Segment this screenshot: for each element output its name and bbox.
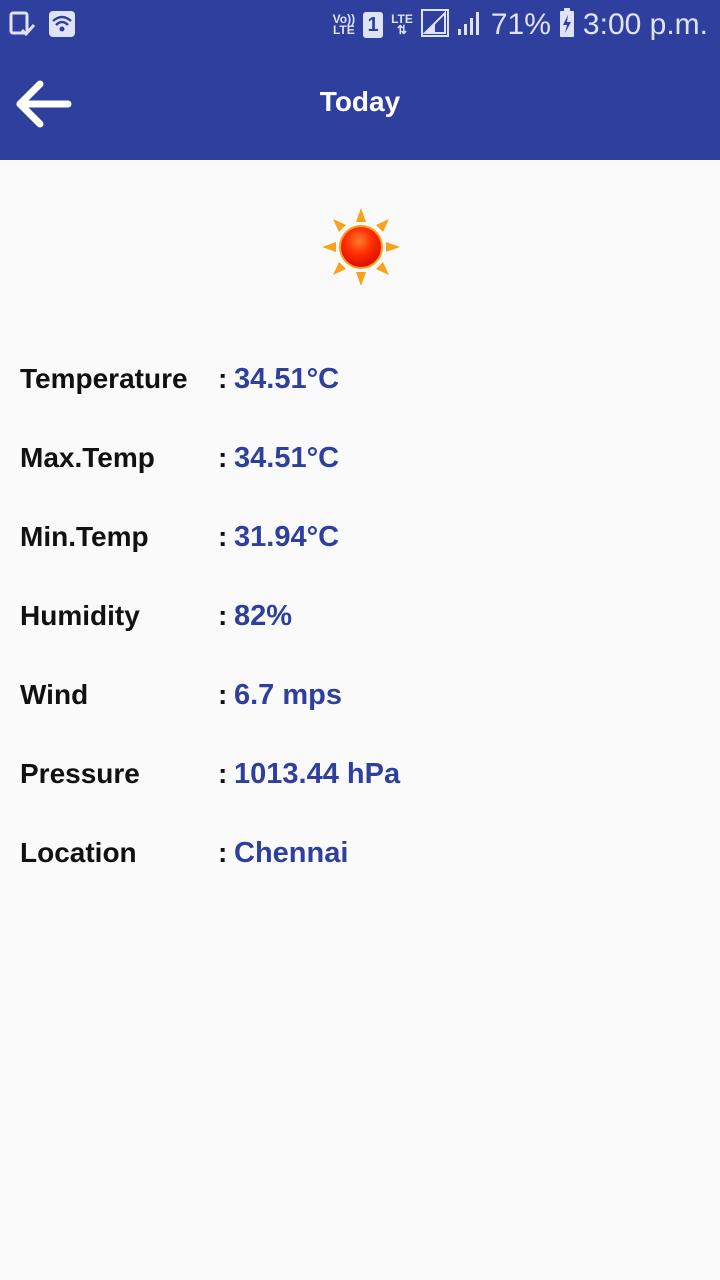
signal-sim1-icon (420, 8, 449, 42)
detail-value: 82% (234, 600, 293, 632)
detail-separator: : (218, 521, 228, 552)
screenshot-notification-icon (8, 10, 36, 43)
sun-icon (322, 208, 400, 286)
signal-sim2-icon (457, 9, 483, 42)
detail-label: Wind (20, 679, 89, 710)
status-bar: Vo)) LTE 1 LTE ⇅ 71% 3:00 p.m. (0, 0, 720, 50)
detail-separator: : (218, 758, 228, 789)
detail-label: Location (20, 837, 137, 868)
detail-label: Pressure (20, 758, 140, 789)
detail-row-max-temp: Max.Temp : 34.51°C (20, 442, 700, 482)
detail-value: 1013.44 hPa (234, 758, 401, 790)
detail-row-temperature: Temperature : 34.51°C (20, 363, 700, 403)
detail-label: Humidity (20, 600, 140, 631)
page-title: Today (319, 86, 401, 117)
detail-row-min-temp: Min.Temp : 31.94°C (20, 521, 700, 561)
wifi-notification-icon (48, 10, 76, 43)
back-arrow-icon (14, 80, 76, 136)
detail-separator: : (218, 442, 228, 473)
detail-separator: : (218, 837, 228, 868)
detail-row-humidity: Humidity : 82% (20, 600, 700, 640)
detail-separator: : (218, 679, 228, 710)
detail-value: 31.94°C (234, 521, 340, 553)
detail-value: 34.51°C (234, 363, 340, 395)
detail-separator: : (218, 363, 228, 394)
detail-label: Temperature (20, 363, 188, 394)
detail-separator: : (218, 600, 228, 631)
detail-label: Min.Temp (20, 521, 149, 552)
volte-indicator: Vo)) LTE (332, 12, 356, 37)
detail-value: 34.51°C (234, 442, 340, 474)
lte-indicator: LTE ⇅ (391, 12, 413, 37)
detail-row-location: Location : Chennai (20, 837, 700, 877)
sim-indicator: 1 (363, 12, 384, 38)
battery-charging-icon (559, 7, 575, 43)
clock: 3:00 p.m. (582, 8, 708, 41)
detail-row-pressure: Pressure : 1013.44 hPa (20, 758, 700, 798)
detail-row-wind: Wind : 6.7 mps (20, 679, 700, 719)
app-bar: Today (0, 50, 720, 160)
detail-value: 6.7 mps (234, 679, 342, 711)
detail-value: Chennai (234, 837, 349, 869)
detail-label: Max.Temp (20, 442, 155, 473)
battery-percent: 71% (490, 8, 551, 41)
